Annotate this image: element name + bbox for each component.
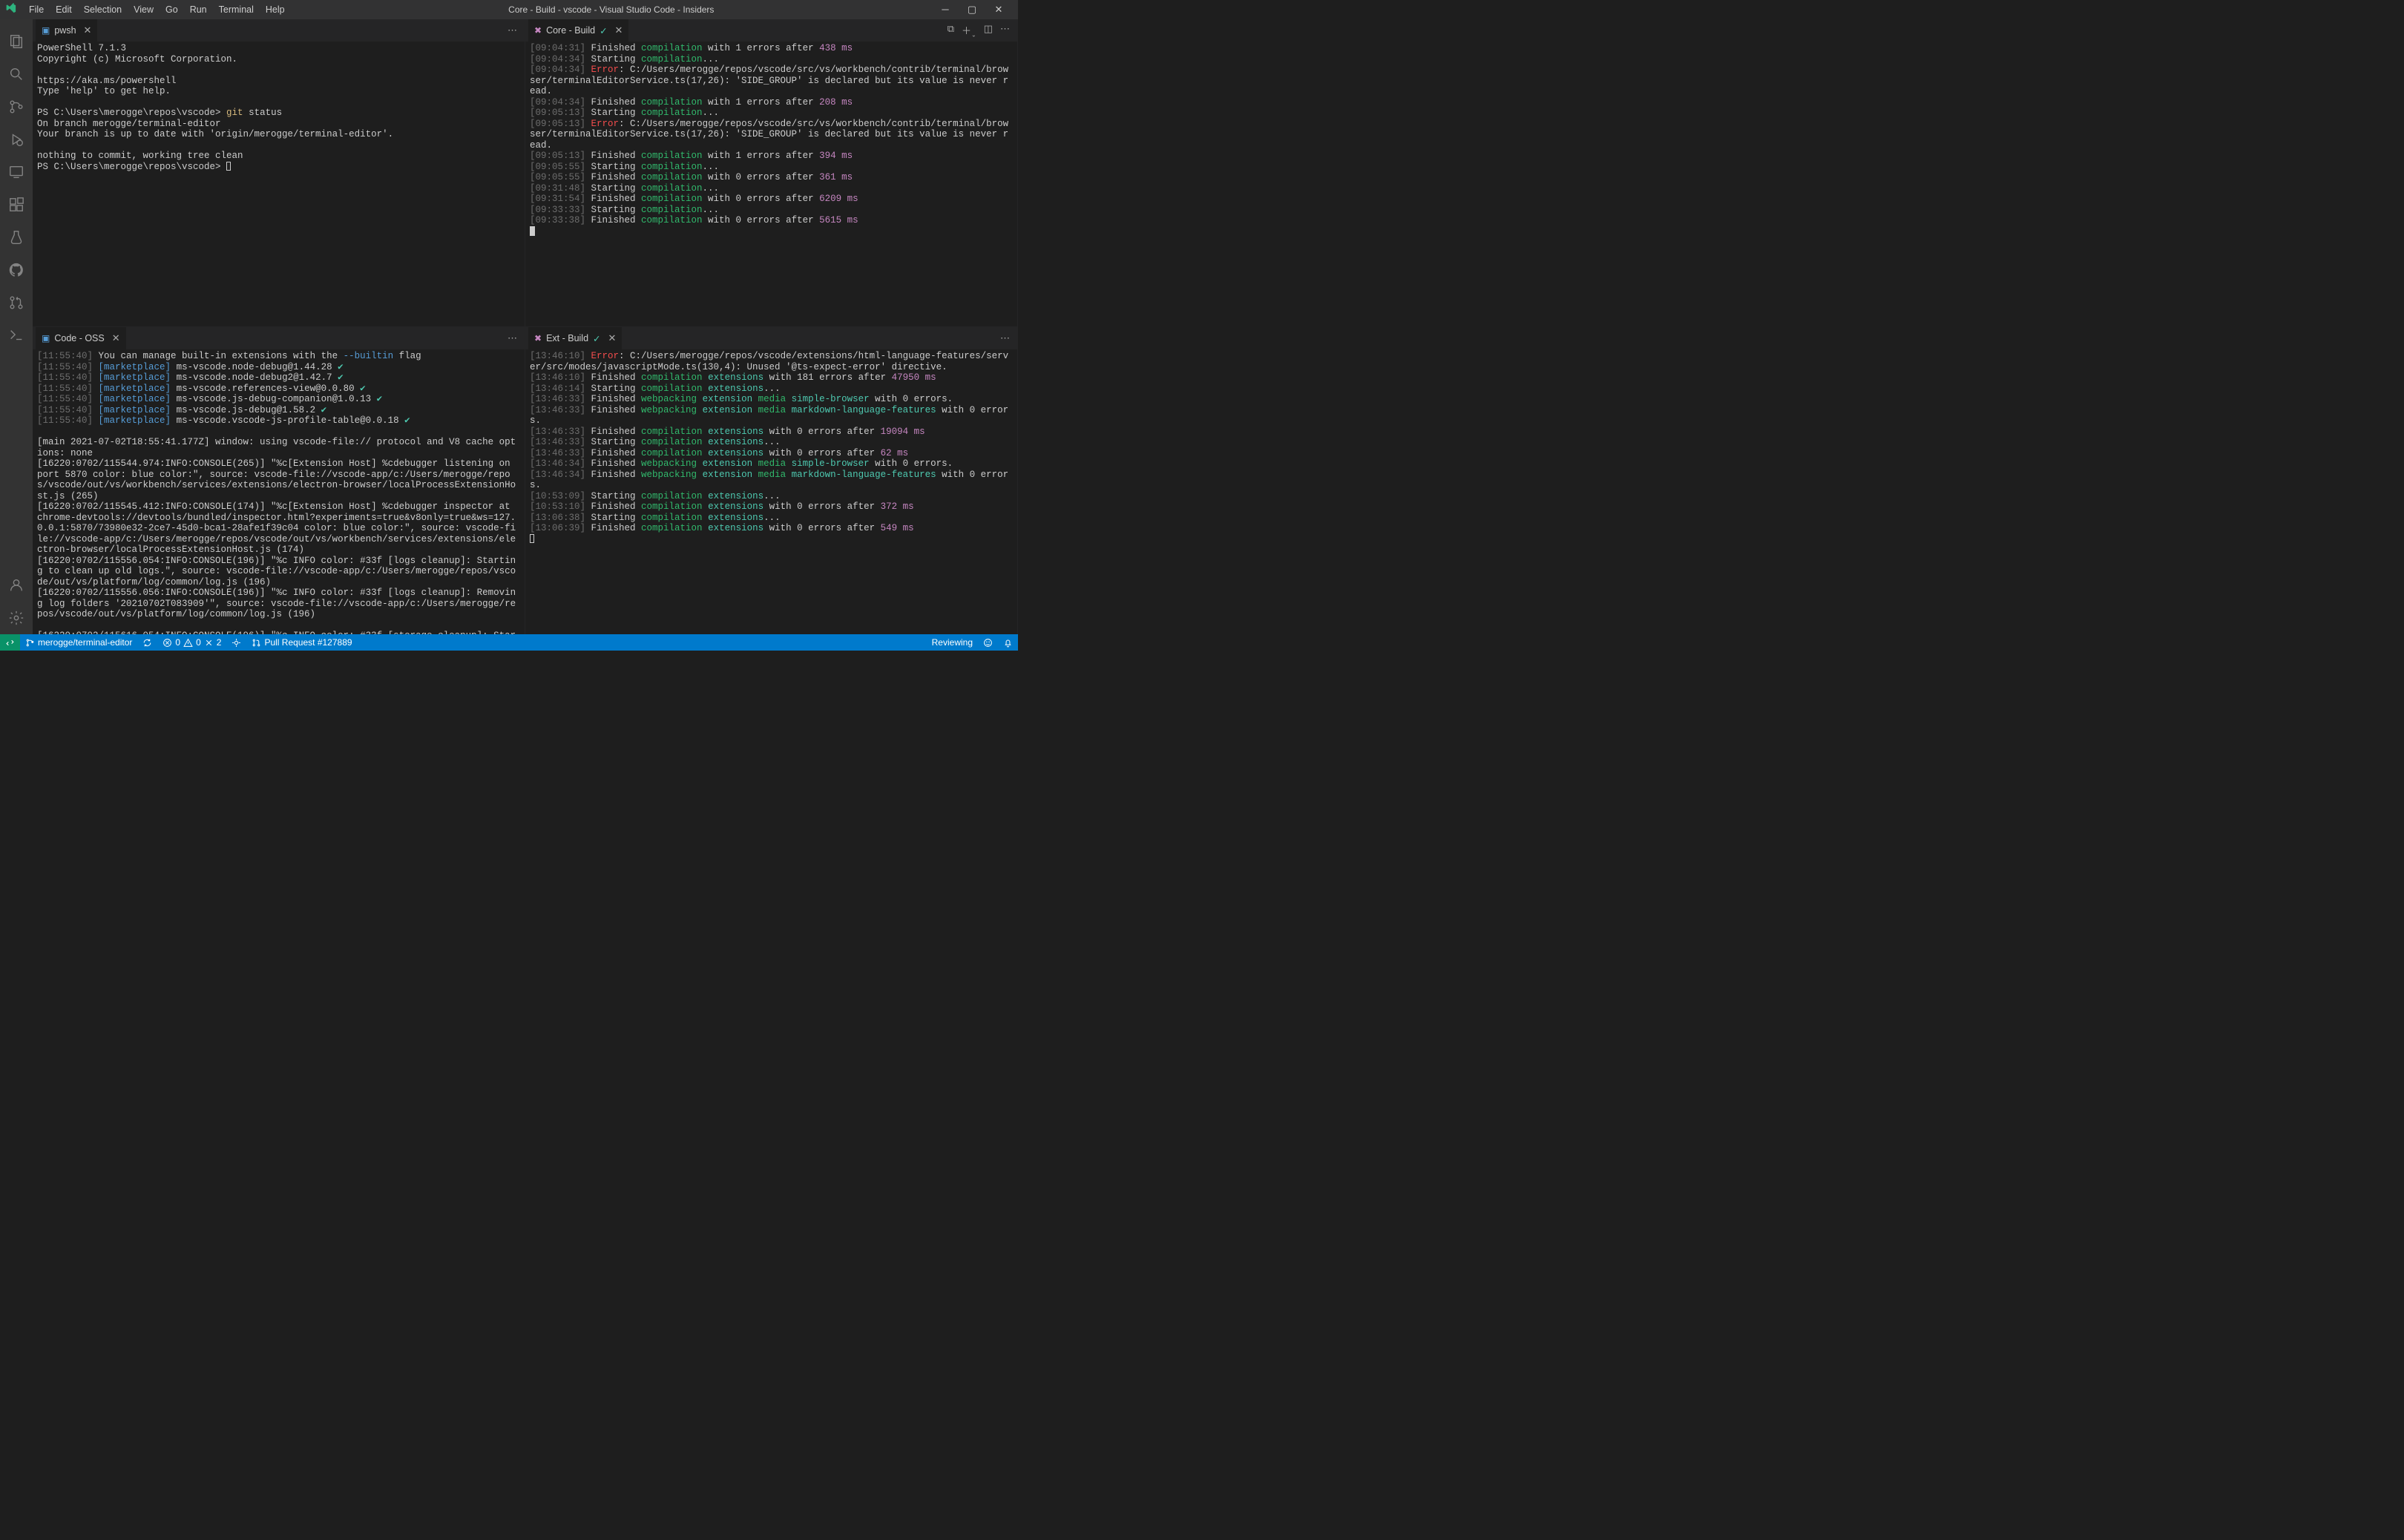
status-bar: merogge/terminal-editor 0 0 2 Pull Reque… <box>0 634 1018 651</box>
status-pull-request[interactable]: Pull Request #127889 <box>246 637 357 648</box>
status-remote-button[interactable] <box>0 634 20 651</box>
menu-selection[interactable]: Selection <box>78 4 128 15</box>
toggle-changes-icon[interactable]: ⧉ <box>948 23 954 39</box>
menu-run[interactable]: Run <box>184 4 213 15</box>
terminal-br[interactable]: [13:46:10] Error: C:/Users/merogge/repos… <box>525 349 1017 634</box>
window-minimize-icon[interactable]: ─ <box>932 4 959 16</box>
activity-github-icon[interactable] <box>0 254 33 286</box>
tab-code-oss[interactable]: ▣ Code - OSS ✕ <box>36 327 126 349</box>
status-feedback-icon[interactable] <box>978 638 998 648</box>
more-actions-icon[interactable]: ⋯ <box>508 24 517 36</box>
status-sync-button[interactable] <box>137 638 157 648</box>
activity-terminal-icon[interactable] <box>0 319 33 352</box>
new-terminal-icon[interactable]: ＋⌄ <box>962 23 976 39</box>
x-count: 2 <box>217 637 222 648</box>
more-actions-icon[interactable]: ⋯ <box>508 332 517 344</box>
terminal-bl[interactable]: [11:55:40] You can manage built-in exten… <box>33 349 525 634</box>
close-icon[interactable]: ✕ <box>112 332 120 344</box>
activity-settings-gear-icon[interactable] <box>0 602 33 634</box>
split-editor-icon[interactable]: ◫ <box>984 23 993 39</box>
close-icon[interactable]: ✕ <box>608 332 617 344</box>
close-icon[interactable]: ✕ <box>615 24 623 36</box>
menu-terminal[interactable]: Terminal <box>213 4 260 15</box>
activity-accounts-icon[interactable] <box>0 569 33 602</box>
warning-count: 0 <box>196 637 201 648</box>
branch-name: merogge/terminal-editor <box>38 637 132 648</box>
pane-top-left: ▣ pwsh ✕ ⋯ PowerShell 7.1.3 Copyright (c… <box>33 19 525 326</box>
tab-label: Core - Build <box>546 25 595 36</box>
activity-search-icon[interactable] <box>0 58 33 91</box>
tab-pwsh[interactable]: ▣ pwsh ✕ <box>36 19 97 42</box>
window-title: Core - Build - vscode - Visual Studio Co… <box>291 4 932 15</box>
menu-edit[interactable]: Edit <box>50 4 78 15</box>
vscode-logo-icon <box>6 3 17 17</box>
tab-bar-bl: ▣ Code - OSS ✕ ⋯ <box>33 327 525 349</box>
menu-go[interactable]: Go <box>160 4 184 15</box>
activity-remote-explorer-icon[interactable] <box>0 156 33 188</box>
terminal-tl[interactable]: PowerShell 7.1.3 Copyright (c) Microsoft… <box>33 42 525 326</box>
tab-label: pwsh <box>54 25 76 36</box>
activity-explorer-icon[interactable] <box>0 25 33 58</box>
tab-label: Ext - Build <box>546 333 588 343</box>
pane-top-right: ✖ Core - Build ✓ ✕ ⧉ ＋⌄ ◫ ⋯ [09:04:31] F… <box>525 19 1018 326</box>
pane-bottom-left: ▣ Code - OSS ✕ ⋯ [11:55:40] You can mana… <box>33 327 525 634</box>
editor-grid: ▣ pwsh ✕ ⋯ PowerShell 7.1.3 Copyright (c… <box>33 19 1018 634</box>
menu-view[interactable]: View <box>128 4 160 15</box>
titlebar: FileEditSelectionViewGoRunTerminalHelp C… <box>0 0 1018 19</box>
tab-bar-tl: ▣ pwsh ✕ ⋯ <box>33 19 525 42</box>
activity-testing-icon[interactable] <box>0 221 33 254</box>
status-bell-icon[interactable] <box>998 638 1018 648</box>
status-ports-icon[interactable] <box>226 638 246 648</box>
pr-label: Pull Request #127889 <box>264 637 352 648</box>
more-actions-icon[interactable]: ⋯ <box>1000 332 1010 344</box>
status-problems[interactable]: 0 0 2 <box>157 637 226 648</box>
tab-bar-tr: ✖ Core - Build ✓ ✕ ⧉ ＋⌄ ◫ ⋯ <box>525 19 1017 42</box>
check-icon: ✓ <box>593 333 600 344</box>
menu-file[interactable]: File <box>23 4 50 15</box>
terminal-icon: ▣ <box>42 333 50 343</box>
error-count: 0 <box>175 637 180 648</box>
window-close-icon[interactable]: ✕ <box>985 4 1012 16</box>
activity-extensions-icon[interactable] <box>0 188 33 221</box>
check-icon: ✓ <box>600 25 607 36</box>
close-icon[interactable]: ✕ <box>84 24 92 36</box>
activity-source-control-icon[interactable] <box>0 91 33 123</box>
activity-bar <box>0 19 33 634</box>
terminal-tr[interactable]: [09:04:31] Finished compilation with 1 e… <box>525 42 1017 326</box>
window-maximize-icon[interactable]: ▢ <box>959 4 985 16</box>
terminal-icon: ▣ <box>42 25 50 36</box>
main-menu: FileEditSelectionViewGoRunTerminalHelp <box>23 4 291 15</box>
status-branch[interactable]: merogge/terminal-editor <box>20 637 137 648</box>
more-actions-icon[interactable]: ⋯ <box>1000 23 1010 39</box>
tab-ext-build[interactable]: ✖ Ext - Build ✓ ✕ <box>528 327 622 349</box>
tab-label: Code - OSS <box>54 333 104 343</box>
tab-core-build[interactable]: ✖ Core - Build ✓ ✕ <box>528 19 628 42</box>
tab-bar-br: ✖ Ext - Build ✓ ✕ ⋯ <box>525 327 1017 349</box>
tools-icon: ✖ <box>534 333 542 343</box>
reviewing-label: Reviewing <box>932 637 973 648</box>
activity-pull-requests-icon[interactable] <box>0 286 33 319</box>
status-reviewing[interactable]: Reviewing <box>927 637 978 648</box>
main-area: ▣ pwsh ✕ ⋯ PowerShell 7.1.3 Copyright (c… <box>0 19 1018 634</box>
window-controls: ─ ▢ ✕ <box>932 4 1012 16</box>
activity-debug-icon[interactable] <box>0 123 33 156</box>
tools-icon: ✖ <box>534 25 542 36</box>
pane-bottom-right: ✖ Ext - Build ✓ ✕ ⋯ [13:46:10] Error: C:… <box>525 327 1018 634</box>
menu-help[interactable]: Help <box>260 4 291 15</box>
